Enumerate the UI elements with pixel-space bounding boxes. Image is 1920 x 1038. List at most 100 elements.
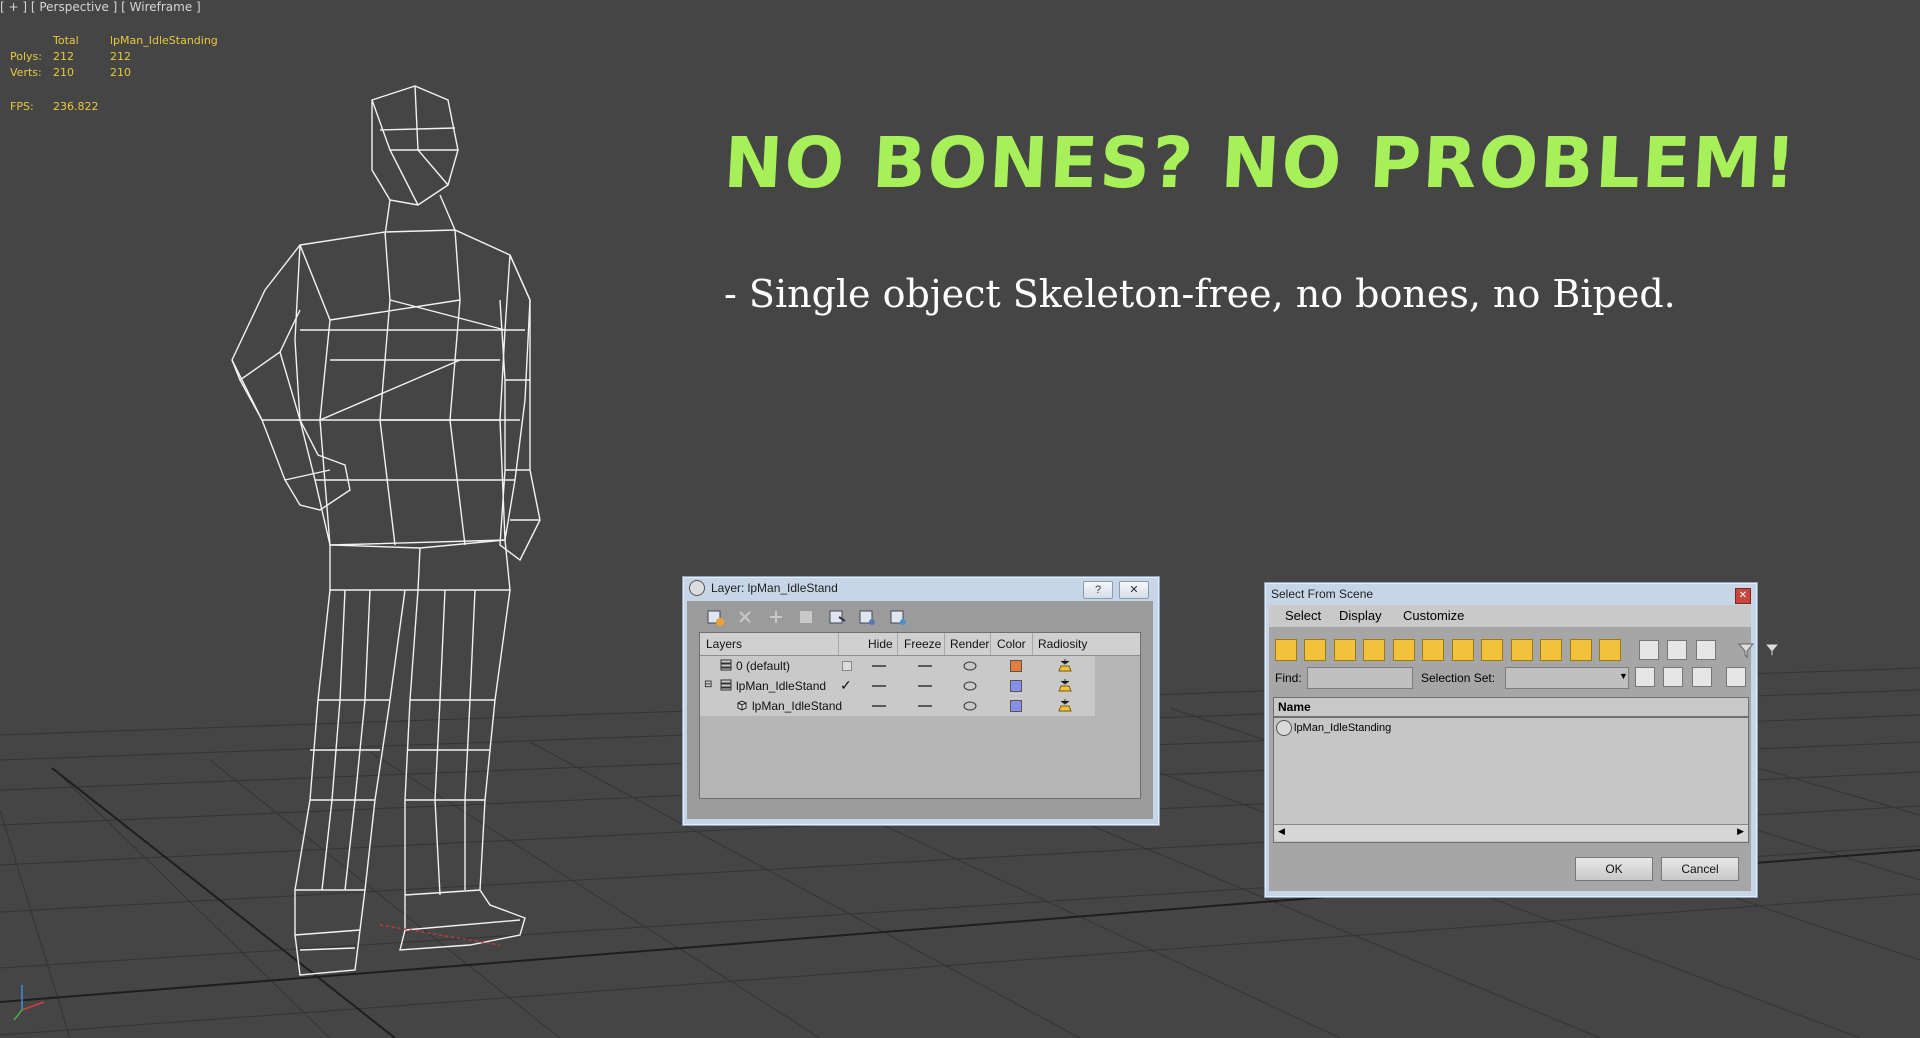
radiosity-icon[interactable]: [1056, 657, 1074, 678]
layer-stack-icon: [720, 659, 732, 674]
polys-label: Polys:: [10, 50, 42, 63]
display-invert-icon[interactable]: [1695, 640, 1716, 660]
find-case-icon[interactable]: [1726, 667, 1747, 687]
display-all-icon[interactable]: [1638, 640, 1659, 660]
fps-value: 236.822: [53, 100, 99, 113]
chevron-down-icon[interactable]: ▼: [1619, 671, 1628, 681]
statistics-overlay: Total lpMan_IdleStanding Polys: 212 212 …: [0, 34, 260, 114]
find-input[interactable]: [1307, 667, 1413, 689]
filter-helpers-icon[interactable]: [1392, 639, 1415, 661]
filter-lights-icon[interactable]: [1333, 639, 1356, 661]
freeze-toggle[interactable]: [918, 665, 932, 667]
headline-text: NO BONES? NO PROBLEM!: [721, 122, 1800, 204]
freeze-toggle[interactable]: [918, 685, 932, 687]
layer-color-swatch[interactable]: [1010, 660, 1022, 672]
col-radiosity[interactable]: Radiosity: [1038, 637, 1087, 651]
filter-groups-icon[interactable]: [1451, 639, 1474, 661]
filter-cameras-icon[interactable]: [1363, 639, 1386, 661]
col-hide[interactable]: Hide: [868, 637, 893, 651]
list-item[interactable]: lpMan_IdleStanding: [1274, 718, 1748, 738]
menu-customize[interactable]: Customize: [1403, 608, 1464, 623]
find-label: Find:: [1275, 671, 1302, 685]
create-layer-icon[interactable]: [705, 607, 725, 627]
layer-color-swatch[interactable]: [1010, 680, 1022, 692]
ok-button[interactable]: OK: [1575, 857, 1653, 881]
object-list[interactable]: Name lpMan_IdleStanding ◀ ▶: [1273, 697, 1749, 843]
select-dependents-icon[interactable]: [1635, 667, 1655, 687]
hierarchy-toolbar: [1635, 667, 1750, 687]
add-to-layer-icon[interactable]: [766, 607, 786, 627]
filter-hidden-icon[interactable]: [1598, 639, 1621, 661]
delete-layer-icon[interactable]: [735, 607, 755, 627]
filter-xrefs-icon[interactable]: [1481, 639, 1504, 661]
collapse-icon[interactable]: ⊟: [704, 679, 712, 690]
app-icon: [689, 580, 705, 596]
col-color[interactable]: Color: [997, 637, 1026, 651]
layer-stack-icon: [720, 679, 732, 694]
help-button[interactable]: ?: [1083, 581, 1113, 599]
hide-toggle[interactable]: [872, 685, 886, 687]
display-none-icon[interactable]: [1667, 640, 1688, 660]
hide-layers-icon[interactable]: [888, 607, 908, 627]
select-children-icon[interactable]: [1663, 667, 1684, 687]
layer-table[interactable]: Layers Hide Freeze Render Color Radiosit…: [699, 632, 1141, 799]
layer-name[interactable]: lpMan_IdleStand: [736, 679, 826, 693]
stats-object-header: lpMan_IdleStanding: [110, 34, 218, 47]
close-button[interactable]: ✕: [1735, 588, 1751, 604]
layer-dialog-title: Layer: lpMan_IdleStand: [711, 581, 838, 595]
col-freeze[interactable]: Freeze: [904, 637, 941, 651]
filter-geometry-icon[interactable]: [1275, 639, 1297, 661]
filter-options-icon[interactable]: [1763, 641, 1781, 659]
filter-funnel-icon[interactable]: [1737, 641, 1755, 659]
object-name[interactable]: lpMan_IdleStand: [752, 699, 842, 713]
horizontal-scrollbar[interactable]: ◀ ▶: [1274, 824, 1748, 841]
list-item-name[interactable]: lpMan_IdleStanding: [1294, 722, 1391, 734]
subline-text: - Single object Skeleton-free, no bones,…: [724, 272, 1676, 316]
render-teapot-icon[interactable]: [962, 659, 978, 674]
layer-name[interactable]: 0 (default): [736, 659, 790, 673]
layer-table-header: Layers Hide Freeze Render Color Radiosit…: [700, 633, 1140, 656]
select-influences-icon[interactable]: [1691, 667, 1712, 687]
hide-toggle[interactable]: [872, 705, 886, 707]
select-objects-icon[interactable]: [796, 607, 816, 627]
select-dialog-body: Select Display Customize Find: Selection…: [1269, 605, 1781, 891]
current-layer-checkbox[interactable]: [842, 661, 852, 671]
polys-total: 212: [53, 50, 74, 63]
verts-label: Verts:: [10, 66, 42, 79]
layer-row[interactable]: 0 (default): [700, 656, 1095, 676]
layer-row[interactable]: lpMan_IdleStand: [700, 696, 1095, 716]
polys-object: 212: [110, 50, 131, 63]
selection-set-dropdown[interactable]: [1505, 667, 1629, 689]
current-layer-icon[interactable]: [857, 607, 877, 627]
viewport-label[interactable]: [ + ] [ Perspective ] [ Wireframe ]: [0, 0, 201, 14]
radiosity-icon[interactable]: [1056, 677, 1074, 698]
layer-toolbar: [705, 607, 914, 627]
select-dialog-title: Select From Scene: [1271, 587, 1374, 601]
col-render[interactable]: Render: [950, 637, 989, 651]
scroll-left-icon[interactable]: ◀: [1278, 826, 1285, 837]
cancel-button[interactable]: Cancel: [1661, 857, 1739, 881]
radiosity-icon[interactable]: [1056, 697, 1074, 718]
freeze-toggle[interactable]: [918, 705, 932, 707]
col-layers[interactable]: Layers: [706, 637, 742, 651]
active-layer-checkmark[interactable]: ✓: [840, 677, 852, 694]
close-button[interactable]: ✕: [1119, 581, 1149, 599]
filter-frozen-icon[interactable]: [1569, 639, 1592, 661]
select-layer-icon[interactable]: [827, 607, 847, 627]
layer-row[interactable]: ⊟ lpMan_IdleStand ✓: [700, 676, 1095, 696]
scroll-right-icon[interactable]: ▶: [1737, 826, 1744, 837]
hide-toggle[interactable]: [872, 665, 886, 667]
select-dialog-titlebar[interactable]: Select From Scene: [1265, 583, 1757, 605]
layer-color-swatch[interactable]: [1010, 700, 1022, 712]
verts-object: 210: [110, 66, 131, 79]
render-teapot-icon[interactable]: [962, 679, 978, 694]
filter-shapes-icon[interactable]: [1304, 639, 1327, 661]
list-header: Name: [1274, 698, 1748, 718]
menu-select[interactable]: Select: [1285, 608, 1321, 623]
filter-spacewarps-icon[interactable]: [1422, 639, 1445, 661]
filter-bones-icon[interactable]: [1510, 639, 1533, 661]
menu-display[interactable]: Display: [1339, 608, 1382, 623]
render-teapot-icon[interactable]: [962, 699, 978, 714]
filter-containers-icon[interactable]: [1540, 639, 1563, 661]
name-column-header[interactable]: Name: [1278, 700, 1311, 714]
